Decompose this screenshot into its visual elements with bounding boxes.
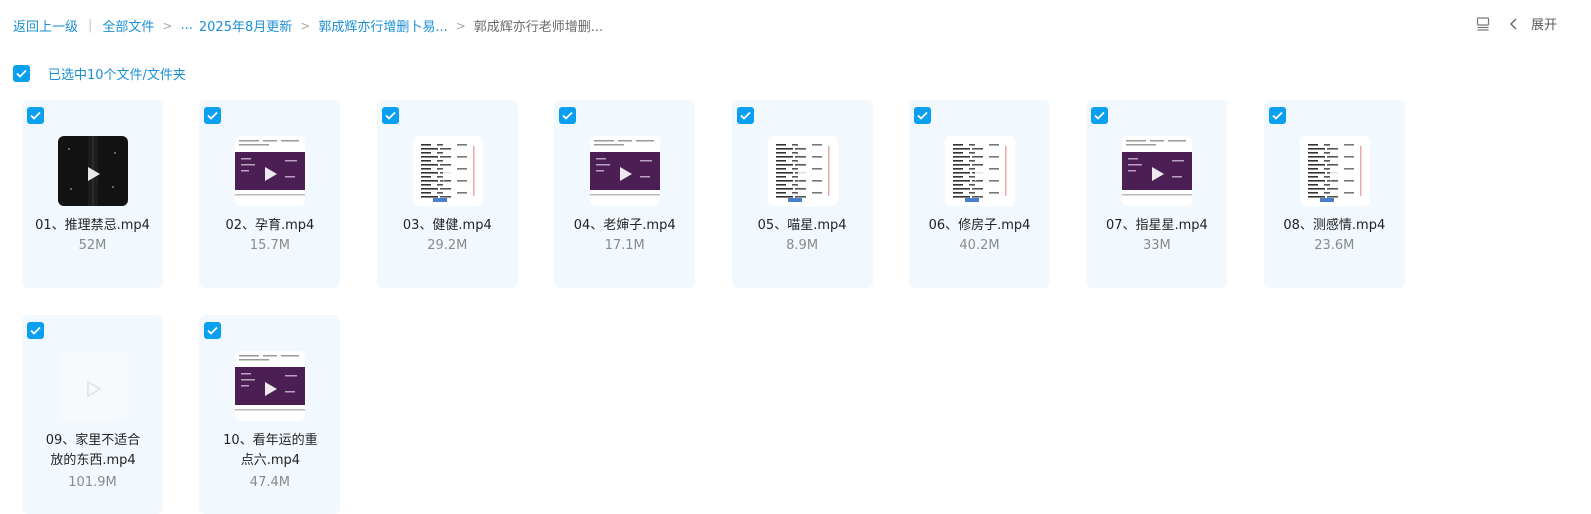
video-thumbnail[interactable] — [58, 136, 128, 206]
file-card[interactable]: 06、修房子.mp4 40.2M — [909, 100, 1050, 288]
file-card[interactable]: 03、健健.mp4 29.2M — [376, 100, 518, 288]
file-checkbox[interactable] — [27, 107, 44, 124]
breadcrumb-folder-2025-08[interactable]: 2025年8月更新 — [199, 16, 292, 35]
video-thumbnail[interactable] — [1122, 136, 1193, 206]
file-card[interactable]: 10、看年运的重点六.mp4 47.4M — [199, 315, 341, 514]
file-name: 09、家里不适合放的东西.mp4 — [45, 433, 141, 468]
file-card[interactable]: 08、测感情.mp4 23.6M — [1263, 100, 1405, 288]
video-thumbnail[interactable] — [1299, 136, 1370, 206]
breadcrumb-divider: | — [88, 18, 93, 33]
file-size: 29.2M — [427, 238, 468, 253]
check-icon — [917, 111, 928, 120]
video-thumbnail[interactable] — [767, 136, 838, 206]
file-name: 04、老婶子.mp4 — [573, 218, 676, 233]
expand-label: 展开 — [1530, 18, 1557, 33]
layout-toggle-button[interactable] — [1475, 16, 1491, 32]
chevron-left-icon — [1509, 18, 1517, 29]
check-icon — [739, 111, 751, 120]
file-card[interactable]: 07、指星星.mp4 33M — [1086, 100, 1228, 288]
breadcrumb-separator-icon: > — [455, 18, 466, 33]
file-name: 01、推理禁忌.mp4 — [35, 218, 150, 233]
video-thumbnail[interactable] — [590, 136, 661, 206]
check-icon — [30, 111, 41, 120]
breadcrumb-folder-parent[interactable]: 郭成辉亦行增删卜易... — [318, 16, 447, 35]
file-size: 33M — [1143, 238, 1171, 253]
file-checkbox[interactable] — [736, 107, 754, 124]
file-size: 40.2M — [959, 238, 1000, 253]
breadcrumb-all-files[interactable]: 全部文件 — [102, 16, 154, 35]
check-icon — [207, 111, 219, 120]
file-checkbox[interactable] — [381, 107, 399, 124]
file-checkbox[interactable] — [204, 107, 222, 124]
view-tools: 展开 — [1475, 14, 1557, 33]
file-card[interactable]: 01、推理禁忌.mp4 52M — [22, 100, 163, 288]
video-thumbnail[interactable] — [235, 136, 306, 206]
check-icon — [385, 111, 396, 120]
video-thumbnail[interactable] — [412, 136, 483, 206]
file-size: 101.9M — [68, 475, 117, 490]
file-card[interactable]: 02、孕育.mp4 15.7M — [199, 100, 341, 288]
top-bar: 返回上一级 | 全部文件 > ... 2025年8月更新 > 郭成辉亦行增删卜易… — [0, 0, 1591, 48]
video-thumbnail[interactable] — [58, 351, 128, 421]
check-icon — [1094, 111, 1106, 120]
selection-count: 已选中10个文件/文件夹 — [48, 68, 186, 83]
breadcrumb-current-folder: 郭成辉亦行老师增删... — [473, 20, 604, 35]
file-size: 23.6M — [1314, 238, 1355, 253]
check-icon — [30, 326, 41, 335]
file-size: 15.7M — [249, 238, 290, 253]
file-checkbox[interactable] — [204, 322, 222, 339]
breadcrumb: 返回上一级 | 全部文件 > ... 2025年8月更新 > 郭成辉亦行增删卜易… — [13, 16, 603, 35]
file-checkbox[interactable] — [1268, 107, 1286, 124]
file-name: 05、喵星.mp4 — [757, 218, 847, 233]
breadcrumb-ellipsis[interactable]: ... — [180, 18, 192, 33]
check-icon — [562, 111, 573, 120]
file-name: 02、孕育.mp4 — [225, 218, 315, 233]
file-card[interactable]: 04、老婶子.mp4 17.1M — [554, 100, 696, 288]
file-card[interactable]: 05、喵星.mp4 8.9M — [731, 100, 873, 288]
file-size: 52M — [78, 238, 107, 253]
file-name: 08、测感情.mp4 — [1283, 218, 1386, 233]
file-checkbox[interactable] — [1091, 107, 1109, 124]
file-name: 06、修房子.mp4 — [928, 218, 1031, 233]
breadcrumb-separator-icon: > — [162, 18, 173, 33]
file-card[interactable]: 09、家里不适合放的东西.mp4 101.9M — [22, 315, 163, 514]
back-link[interactable]: 返回上一级 — [13, 16, 78, 35]
file-name: 07、指星星.mp4 — [1105, 218, 1208, 233]
check-icon — [207, 326, 219, 335]
check-icon — [1272, 111, 1283, 120]
file-checkbox[interactable] — [559, 107, 577, 124]
expand-button[interactable]: 展开 — [1509, 14, 1557, 33]
select-all-checkbox[interactable] — [13, 65, 30, 82]
file-size: 47.4M — [249, 475, 290, 490]
selection-bar: 已选中10个文件/文件夹 — [13, 64, 186, 83]
breadcrumb-separator-icon: > — [300, 18, 311, 33]
file-size: 17.1M — [604, 238, 645, 253]
file-name: 03、健健.mp4 — [402, 218, 492, 233]
check-icon — [16, 69, 27, 78]
file-name: 10、看年运的重点六.mp4 — [223, 433, 318, 468]
video-thumbnail[interactable] — [945, 136, 1015, 206]
file-checkbox[interactable] — [27, 322, 44, 339]
list-layout-icon — [1476, 16, 1490, 31]
video-thumbnail[interactable] — [235, 351, 306, 421]
file-checkbox[interactable] — [914, 107, 931, 124]
file-size: 8.9M — [786, 238, 819, 253]
